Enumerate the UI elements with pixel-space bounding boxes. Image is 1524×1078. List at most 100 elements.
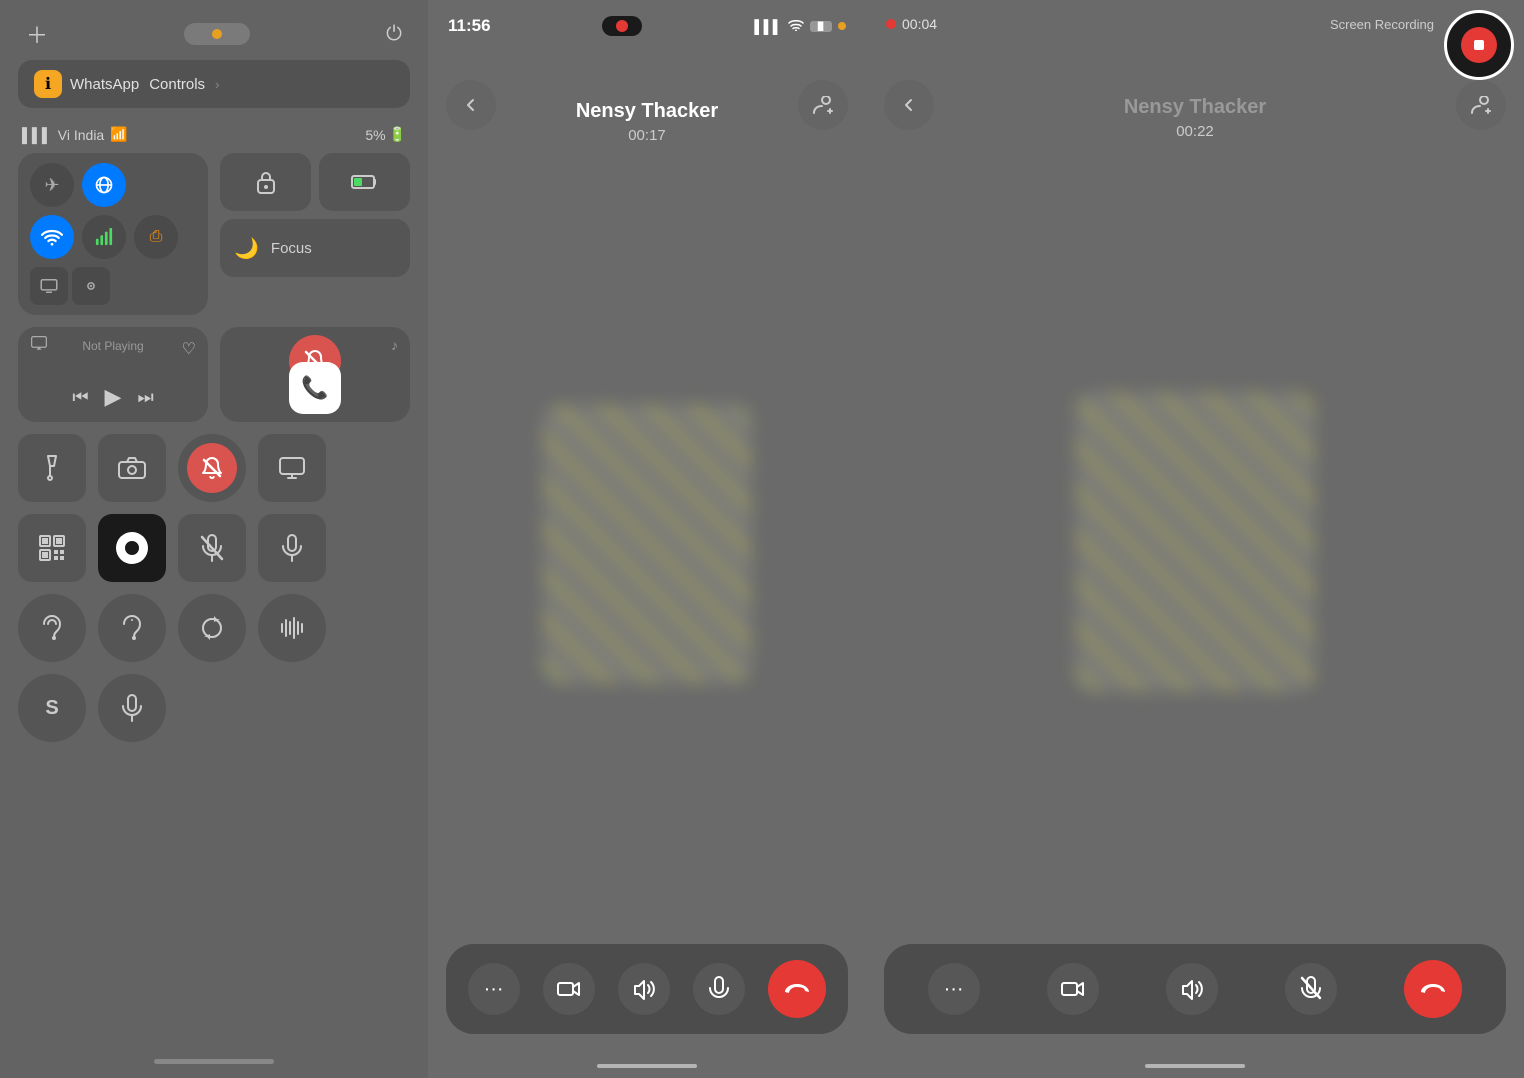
controls-label: Controls	[149, 76, 205, 93]
focus-label: Focus	[271, 240, 312, 257]
caller-video-3	[1075, 392, 1315, 692]
end-call-button-3[interactable]	[1404, 960, 1462, 1018]
back-arrow-button-3[interactable]	[884, 80, 934, 130]
battery-tile-button[interactable]	[319, 153, 410, 211]
mute-button[interactable]	[693, 963, 745, 1015]
next-track-icon[interactable]: ⏭	[137, 387, 153, 408]
dots-icon-3: ···	[944, 978, 964, 1001]
pill-dot	[212, 29, 222, 39]
caller-video	[542, 404, 752, 684]
recording-time: 00:04	[902, 16, 937, 32]
soundwave-button[interactable]	[258, 594, 326, 662]
video-call-button[interactable]	[543, 963, 595, 1015]
airplane-mode-button[interactable]: ✈	[30, 163, 74, 207]
control-center-panel: ＋ ⏻ ℹ WhatsApp Controls › ▌▌▌ Vi India 📶…	[0, 0, 428, 1078]
screen-record-indicator[interactable]	[1444, 10, 1514, 80]
microphone-button[interactable]	[258, 514, 326, 582]
shazam-button[interactable]: S	[18, 674, 86, 742]
cc-pill	[184, 23, 250, 45]
recording-pill	[602, 16, 642, 36]
cellular-data-button[interactable]	[82, 163, 126, 207]
moon-icon: 🌙	[234, 236, 259, 261]
battery-icon: 🔋	[389, 126, 406, 143]
flashlight-button[interactable]	[18, 434, 86, 502]
wifi-icon	[788, 19, 804, 34]
speaker-button-3[interactable]	[1166, 963, 1218, 1015]
media-player-tile[interactable]: ♡ Not Playing ⏮ ▶ ⏭	[18, 327, 208, 422]
more-options-button-3[interactable]: ···	[928, 963, 980, 1015]
whatsapp-call-panel: 11:56 ▌▌▌ ▉	[428, 0, 866, 1078]
status-bar: ▌▌▌ Vi India 📶 5% 🔋	[18, 122, 410, 153]
call-video-area-3	[866, 150, 1524, 934]
mic-mute-button[interactable]	[178, 514, 246, 582]
carrier-name: Vi India	[58, 127, 104, 143]
add-participant-button[interactable]	[798, 80, 848, 130]
add-icon[interactable]: ＋	[26, 18, 48, 50]
call-time: 11:56	[448, 16, 491, 36]
bluetooth-button[interactable]: ⎙	[134, 215, 178, 259]
hearing-button[interactable]	[18, 594, 86, 662]
previous-track-icon[interactable]: ⏮	[72, 387, 88, 408]
end-call-button[interactable]	[768, 960, 826, 1018]
video-call-button-3[interactable]	[1047, 963, 1099, 1015]
mute-button-3[interactable]	[1285, 963, 1337, 1015]
music-note-icon: ♪	[391, 337, 398, 353]
battery-info: 5% 🔋	[365, 126, 406, 143]
hearing-2-button[interactable]	[98, 594, 166, 662]
call-top-actions-3	[866, 80, 1524, 130]
cellular-signal-button[interactable]	[82, 215, 126, 259]
record-dot-icon	[116, 532, 148, 564]
screen-mirror-button[interactable]	[258, 434, 326, 502]
speaker-button[interactable]	[618, 963, 670, 1015]
rec-dot-icon	[886, 19, 896, 29]
cc-top-bar: ＋ ⏻	[18, 0, 410, 60]
dots-icon: ···	[484, 978, 504, 1001]
signal-icon: ▌▌▌	[754, 19, 782, 34]
call-top-actions	[428, 80, 866, 130]
media-row: ♡ Not Playing ⏮ ▶ ⏭ ♪	[18, 327, 410, 422]
whatsapp-label: WhatsApp	[70, 76, 139, 93]
mute-standalone-button[interactable]	[178, 434, 246, 502]
connectivity-tile[interactable]: ✈	[18, 153, 208, 315]
call-controls-bar[interactable]: ···	[446, 944, 848, 1034]
battery-percentage: 5%	[365, 127, 385, 143]
connectivity-focus-row: ✈	[18, 153, 410, 315]
carrier-info: ▌▌▌ Vi India 📶	[22, 126, 128, 143]
screen-lock-button[interactable]	[220, 153, 311, 211]
power-icon[interactable]: ⏻	[386, 23, 402, 46]
camera-button[interactable]	[98, 434, 166, 502]
back-arrow-button[interactable]	[446, 80, 496, 130]
qr-code-button[interactable]	[18, 514, 86, 582]
battery-status-icon: ▉	[810, 21, 832, 32]
shazam-row: S	[18, 674, 410, 742]
airplay-icon[interactable]	[30, 335, 48, 358]
recording-status-bar: 00:04 Screen Recording	[866, 0, 1524, 36]
play-pause-icon[interactable]: ▶	[105, 384, 122, 410]
call-status-bar: 11:56 ▌▌▌ ▉	[428, 0, 866, 40]
silent-phone-tile: ♪ 📞	[220, 327, 410, 422]
mute-standalone-icon	[187, 443, 237, 493]
focus-button[interactable]: 🌙 Focus	[220, 219, 410, 277]
right-top-section: 🌙 Focus	[220, 153, 410, 315]
call-controls-bar-3[interactable]: ···	[884, 944, 1506, 1034]
whatsapp-banner[interactable]: ℹ WhatsApp Controls ›	[18, 60, 410, 108]
accessibility-row	[18, 594, 410, 662]
screen-recording-label: Screen Recording	[1330, 17, 1434, 32]
recording-banner: 00:04	[886, 16, 937, 32]
wifi-button[interactable]	[30, 215, 74, 259]
display-icon[interactable]	[72, 267, 110, 305]
more-options-button[interactable]: ···	[468, 963, 520, 1015]
screen-record-button[interactable]	[98, 514, 166, 582]
phone-tile[interactable]: 📞	[289, 362, 341, 414]
screen-mirroring-small-icon[interactable]	[30, 267, 68, 305]
heart-icon: ♡	[182, 339, 196, 359]
recording-dot-icon	[616, 20, 628, 32]
screen-recording-panel: 00:04 Screen Recording Nensy Thacker 00:…	[866, 0, 1524, 1078]
chevron-right-icon: ›	[215, 77, 219, 92]
add-participant-button-3[interactable]	[1456, 80, 1506, 130]
record-stop-icon	[1461, 27, 1497, 63]
voice-memo-button[interactable]	[98, 674, 166, 742]
home-indicator	[154, 1059, 274, 1064]
call-video-area	[428, 154, 866, 934]
rotate-button[interactable]	[178, 594, 246, 662]
